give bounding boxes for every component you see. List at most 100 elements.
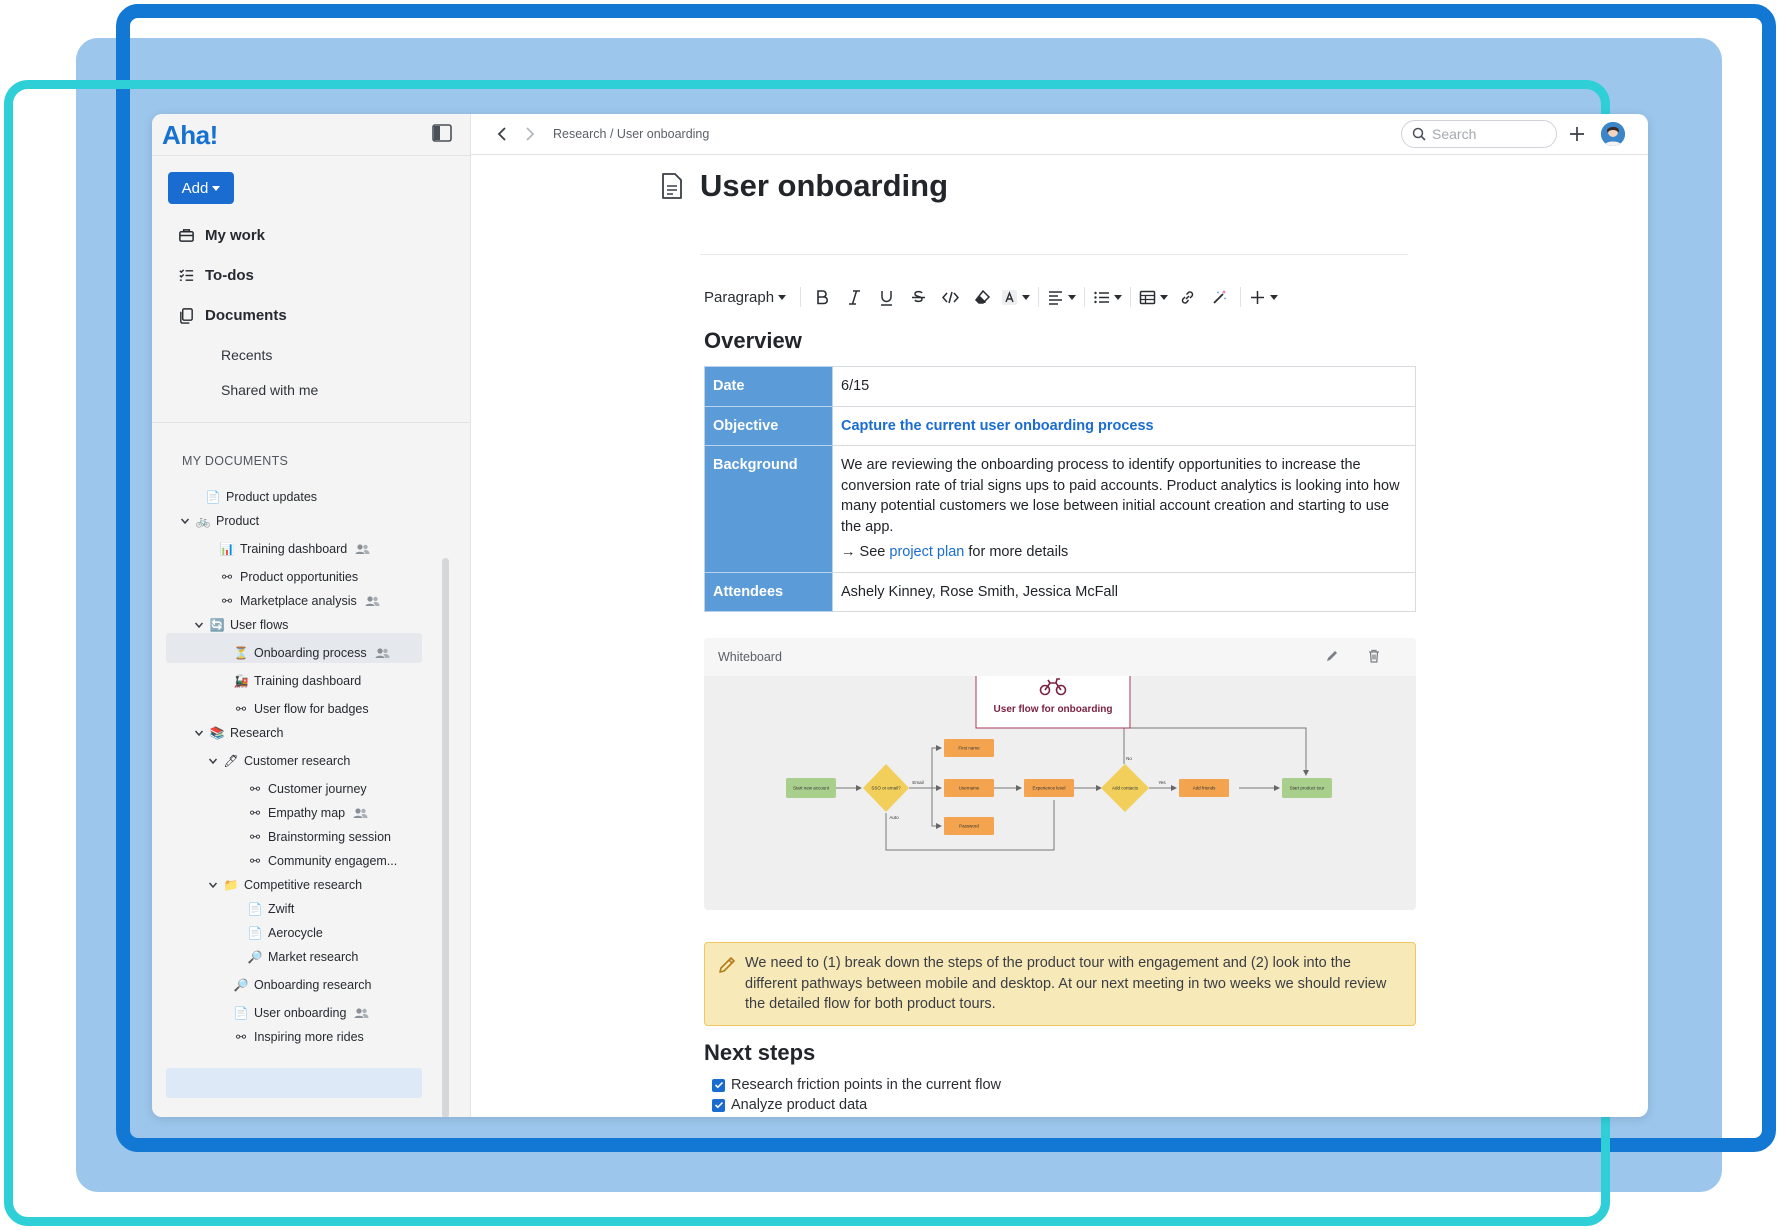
link-button[interactable]: [1174, 284, 1200, 310]
underline-button[interactable]: [873, 284, 899, 310]
overview-table: Date 6/15 Objective Capture the current …: [704, 366, 1416, 612]
project-plan-link[interactable]: project plan: [889, 544, 964, 560]
chevron-down-icon[interactable]: [208, 756, 218, 766]
avatar[interactable]: [1601, 122, 1625, 146]
tree-item[interactable]: 📚 Research: [194, 719, 284, 747]
document-type-icon: 📊: [219, 542, 235, 556]
tree-item[interactable]: 🖊 Customer research: [208, 747, 350, 775]
table-icon: [1139, 290, 1156, 304]
paragraph-style-dropdown[interactable]: Paragraph: [704, 284, 787, 310]
document-type-icon: ⚯: [221, 570, 233, 584]
divider: [700, 254, 1408, 255]
whiteboard[interactable]: User flow for onboarding Start new accou…: [704, 638, 1416, 910]
forward-arrow-icon[interactable]: [523, 126, 537, 142]
table-row: Attendees Ashely Kinney, Rose Smith, Jes…: [704, 571, 1416, 612]
insert-button[interactable]: [1249, 284, 1279, 310]
bulleted-list-icon: [1094, 291, 1110, 303]
nav-shared-with-me[interactable]: Shared with me: [221, 382, 318, 398]
flow-node-label: Password: [959, 824, 979, 829]
text-color-button[interactable]: [1001, 284, 1031, 310]
flow-node-label: First name: [958, 746, 980, 751]
page-title[interactable]: User onboarding: [700, 168, 948, 204]
background-cell[interactable]: We are reviewing the onboarding process …: [832, 445, 1416, 573]
bold-icon: [816, 289, 828, 304]
next-steps-heading: Next steps: [704, 1040, 816, 1065]
flow-edge-label: Email: [912, 780, 923, 785]
tree-item[interactable]: 🔎 Market research: [248, 943, 359, 971]
ai-assist-button[interactable]: [1206, 284, 1232, 310]
nav-recents[interactable]: Recents: [221, 347, 272, 363]
table-button[interactable]: [1139, 284, 1169, 310]
checkbox-checked[interactable]: [712, 1098, 725, 1112]
sidebar-scrollbar[interactable]: [442, 558, 449, 1117]
tree-item[interactable]: ⚯ Inspiring more rides: [234, 1023, 364, 1051]
add-button-label: Add: [181, 179, 209, 197]
shared-users-icon: [354, 1008, 369, 1018]
italic-button[interactable]: [841, 284, 867, 310]
tree-item[interactable]: 📊 Training dashboard: [220, 535, 370, 563]
see-prefix: → See: [841, 544, 886, 560]
chevron-down-icon[interactable]: [208, 880, 218, 890]
trash-icon[interactable]: [1366, 648, 1382, 664]
chevron-down-icon: [1022, 294, 1031, 300]
flow-node-label: Add contacts: [1112, 786, 1139, 791]
flow-edge-label: Auto: [889, 815, 899, 820]
divider: [152, 155, 471, 156]
nav-todos[interactable]: To-dos: [178, 267, 254, 284]
tree-item[interactable]: 🔎 Onboarding research: [234, 971, 372, 999]
paragraph-label: Paragraph: [704, 288, 775, 306]
search-input[interactable]: [1432, 126, 1542, 142]
chevron-down-icon: [1270, 294, 1279, 300]
chevron-down-icon: [778, 294, 787, 300]
search-icon: [1412, 127, 1426, 141]
tree-item[interactable]: 🚂 Training dashboard: [234, 667, 362, 695]
list-button[interactable]: [1093, 284, 1123, 310]
document-icon: [662, 173, 682, 199]
document-type-icon: ⚯: [249, 782, 261, 796]
checklist-icon: [179, 269, 194, 281]
app-logo[interactable]: Aha!: [162, 120, 218, 151]
back-arrow-icon[interactable]: [495, 126, 509, 142]
flow-node-label: SSO or email?: [871, 786, 901, 791]
bold-button[interactable]: [809, 284, 835, 310]
add-button[interactable]: Add: [168, 172, 234, 204]
tree-item-label: Research: [230, 726, 284, 740]
checkbox-checked[interactable]: [712, 1078, 725, 1092]
date-value[interactable]: 6/15: [832, 366, 1416, 407]
chevron-down-icon[interactable]: [194, 620, 204, 630]
code-button[interactable]: [937, 284, 963, 310]
chevron-down-icon[interactable]: [180, 516, 190, 526]
strikethrough-icon: [911, 290, 925, 302]
objective-cell[interactable]: Capture the current user onboarding proc…: [832, 405, 1416, 446]
toolbar-divider: [800, 287, 802, 307]
toolbar-divider: [1084, 287, 1086, 307]
shared-users-icon: [365, 596, 380, 606]
search-box[interactable]: [1401, 120, 1557, 148]
tree-selected-highlight: [166, 1068, 422, 1098]
tree-item-label: Brainstorming session: [268, 830, 391, 844]
chevron-down-icon[interactable]: [194, 728, 204, 738]
attendees-value[interactable]: Ashely Kinney, Rose Smith, Jessica McFal…: [832, 571, 1416, 612]
nav-my-work[interactable]: My work: [178, 227, 265, 244]
tree-item[interactable]: 🚲 Product: [180, 507, 259, 535]
document-type-icon: 📚: [209, 726, 225, 740]
shared-users-icon: [355, 544, 370, 554]
toolbar-divider: [1038, 287, 1040, 307]
nav-documents[interactable]: Documents: [178, 307, 287, 324]
tree-item-label: Aerocycle: [268, 926, 323, 940]
sidebar-toggle-icon[interactable]: [432, 124, 452, 142]
document-type-icon: ⚯: [249, 830, 261, 844]
pencil-icon[interactable]: [1324, 648, 1340, 664]
tree-item[interactable]: 🔄 User flows: [194, 611, 288, 639]
callout-note[interactable]: We need to (1) break down the steps of t…: [704, 942, 1416, 1026]
plus-icon[interactable]: [1567, 124, 1587, 144]
align-button[interactable]: [1047, 284, 1077, 310]
link-icon: [1181, 290, 1193, 304]
whiteboard-canvas[interactable]: User flow for onboarding Start new accou…: [704, 638, 1416, 910]
tree-item-label: Training dashboard: [240, 542, 348, 556]
strikethrough-button[interactable]: [905, 284, 931, 310]
tree-item[interactable]: ⏳ Onboarding process: [234, 639, 390, 667]
clear-format-button[interactable]: [969, 284, 995, 310]
objective-value[interactable]: Capture the current user onboarding proc…: [841, 418, 1154, 434]
breadcrumb[interactable]: Research / User onboarding: [553, 127, 709, 141]
